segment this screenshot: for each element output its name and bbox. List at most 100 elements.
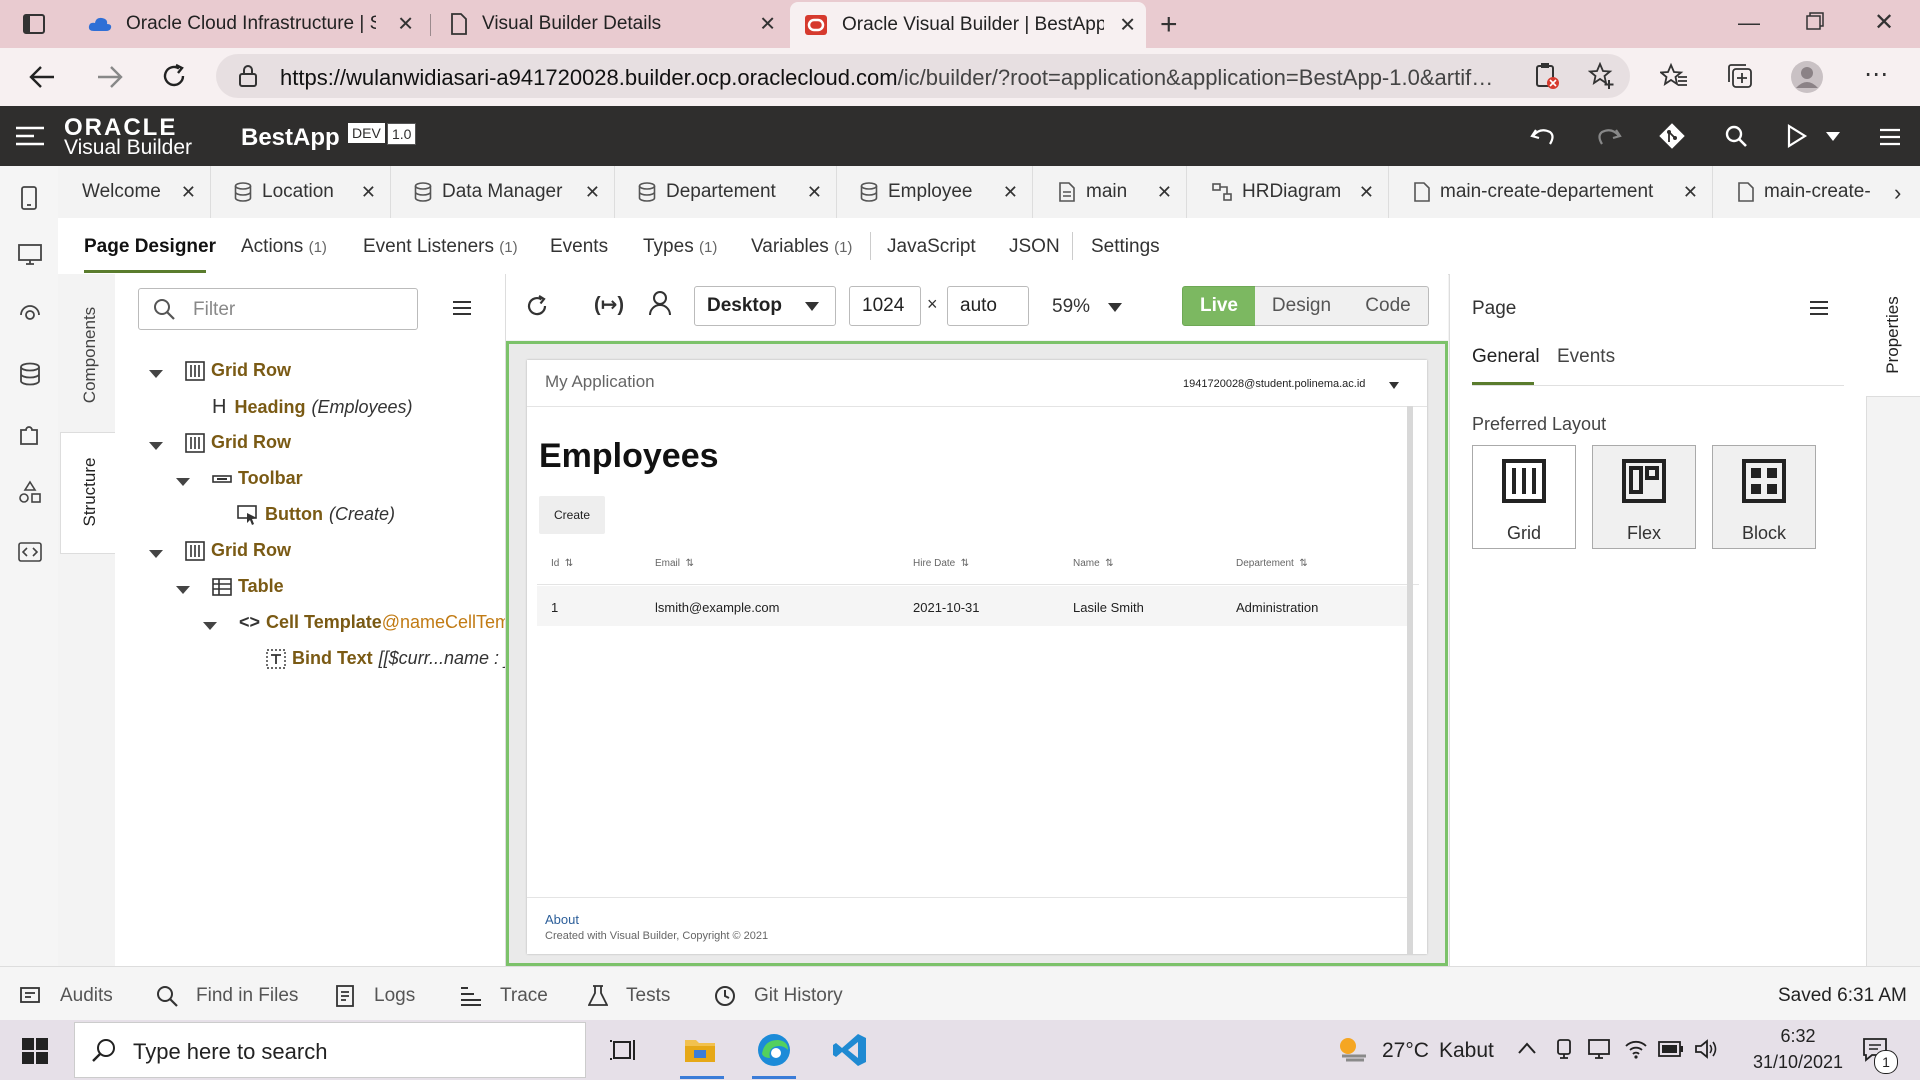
tree-node-grid-row[interactable]: Grid Row (185, 432, 291, 453)
user-role-icon[interactable] (648, 290, 672, 316)
tree-node-button[interactable]: Button (Create) (237, 504, 395, 525)
tree-node-grid-row[interactable]: Grid Row (185, 360, 291, 381)
tree-node-toolbar[interactable]: Toolbar (212, 468, 303, 489)
tree-node-cell-template[interactable]: <> Cell Template @nameCellTemplate (239, 612, 505, 633)
collapse-toggle-icon[interactable] (176, 478, 190, 486)
editor-tab-departement[interactable]: Departement ✕ (614, 166, 837, 218)
trace-button[interactable]: Trace (460, 985, 548, 1007)
editor-tab-employee[interactable]: Employee ✕ (836, 166, 1033, 218)
run-icon[interactable] (1786, 124, 1808, 148)
layout-grid-option[interactable]: Grid (1472, 445, 1576, 549)
close-icon[interactable]: ✕ (1359, 182, 1374, 203)
mobile-apps-icon[interactable] (20, 186, 38, 210)
audits-button[interactable]: Audits (20, 985, 113, 1007)
avatar[interactable] (1790, 60, 1824, 94)
edge-browser-icon[interactable] (756, 1032, 792, 1068)
close-icon[interactable]: ✕ (1683, 182, 1698, 203)
mode-code-button[interactable]: Code (1348, 286, 1429, 326)
refresh-icon[interactable] (525, 294, 549, 318)
table-header-cell[interactable]: Hire Date ⇅ (913, 558, 969, 569)
editor-tab-data-manager[interactable]: Data Manager ✕ (390, 166, 615, 218)
mode-live-button[interactable]: Live (1182, 286, 1256, 326)
meet-now-icon[interactable] (1554, 1038, 1574, 1060)
table-header-cell[interactable]: Id ⇅ (551, 558, 573, 569)
hamburger-menu-icon[interactable] (16, 126, 44, 146)
layout-flex-option[interactable]: Flex (1592, 445, 1696, 549)
preview-scrollbar[interactable] (1407, 406, 1413, 954)
tab-actions-icon[interactable] (22, 12, 46, 36)
find-in-files-button[interactable]: Find in Files (156, 985, 298, 1007)
structure-menu-icon[interactable] (453, 300, 471, 316)
editor-tab-main-create-departement[interactable]: main-create-departement ✕ (1388, 166, 1713, 218)
favorites-icon[interactable] (1660, 62, 1688, 90)
collapse-toggle-icon[interactable] (203, 622, 217, 630)
tab-events[interactable]: Events (550, 236, 608, 258)
git-icon[interactable] (1658, 122, 1686, 150)
close-icon[interactable]: ✕ (361, 182, 376, 203)
zoom-select[interactable]: 59% (1052, 296, 1090, 318)
weather-description[interactable]: Kabut (1439, 1039, 1494, 1063)
close-icon[interactable]: ✕ (759, 12, 776, 37)
favorite-add-icon[interactable] (1588, 62, 1616, 90)
task-view-icon[interactable] (610, 1036, 638, 1064)
minimize-icon[interactable]: — (1738, 10, 1760, 36)
vscode-icon[interactable] (832, 1032, 868, 1068)
tab-settings[interactable]: Settings (1091, 236, 1160, 258)
window-close-icon[interactable]: ✕ (1874, 8, 1894, 37)
create-button[interactable]: Create (539, 496, 605, 534)
tree-node-heading[interactable]: H Heading (Employees) (212, 396, 413, 419)
device-select[interactable]: Desktop (694, 286, 836, 326)
taskbar-search-input[interactable]: Type here to search (74, 1022, 586, 1078)
tab-page-designer[interactable]: Page Designer (84, 236, 216, 258)
source-code-icon[interactable] (18, 542, 42, 562)
lock-icon[interactable] (238, 64, 258, 88)
weather-temperature[interactable]: 27°C (1382, 1039, 1429, 1063)
canvas-width-input[interactable]: 1024 (849, 286, 921, 326)
logs-button[interactable]: Logs (336, 985, 415, 1007)
chevron-right-icon[interactable]: › (1894, 180, 1901, 206)
close-icon[interactable]: ✕ (807, 182, 822, 203)
business-objects-icon[interactable] (19, 362, 41, 386)
clock-time[interactable]: 6:32 (1758, 1026, 1838, 1047)
back-icon[interactable] (28, 64, 56, 90)
close-icon[interactable]: ✕ (585, 182, 600, 203)
table-header-cell[interactable]: Departement ⇅ (1236, 558, 1308, 569)
canvas-height-input[interactable]: auto (947, 286, 1029, 326)
chevron-down-icon[interactable] (1108, 303, 1122, 312)
editor-tab-hrdiagram[interactable]: HRDiagram ✕ (1186, 166, 1389, 218)
design-canvas[interactable]: My Application 1941720028@student.poline… (506, 341, 1448, 966)
collapse-toggle-icon[interactable] (149, 550, 163, 558)
editor-tab-main-create[interactable]: main-create- (1712, 166, 1886, 218)
table-header-cell[interactable]: Name ⇅ (1073, 558, 1114, 569)
file-explorer-icon[interactable] (684, 1034, 716, 1064)
processes-icon[interactable] (18, 480, 42, 504)
close-icon[interactable]: ✕ (397, 12, 414, 37)
tab-javascript[interactable]: JavaScript (887, 236, 976, 258)
collapse-toggle-icon[interactable] (176, 586, 190, 594)
app-preview-user[interactable]: 1941720028@student.polinema.ac.id (1183, 378, 1365, 390)
editor-tab-location[interactable]: Location ✕ (210, 166, 391, 218)
tab-properties[interactable]: Properties (1883, 285, 1903, 385)
collapse-toggle-icon[interactable] (149, 370, 163, 378)
tab-general[interactable]: General (1472, 346, 1540, 368)
new-tab-icon[interactable]: + (1160, 8, 1178, 42)
battery-icon[interactable] (1658, 1041, 1684, 1057)
components-icon[interactable] (19, 422, 41, 446)
tab-json[interactable]: JSON (1009, 236, 1060, 258)
search-icon[interactable] (1724, 124, 1748, 148)
close-icon[interactable]: ✕ (1157, 182, 1172, 203)
editor-tab-welcome[interactable]: Welcome ✕ (58, 166, 211, 218)
tab-variables[interactable]: Variables (1) (751, 236, 852, 258)
redo-icon[interactable] (1596, 124, 1622, 148)
variables-binding-icon[interactable]: (↦) (594, 292, 624, 317)
web-apps-icon[interactable] (18, 244, 42, 266)
browser-tab-vb-app[interactable]: Oracle Visual Builder | BestApp-1.0 ✕ (790, 2, 1146, 48)
tab-event-listeners[interactable]: Event Listeners (1) (363, 236, 518, 258)
tab-events[interactable]: Events (1557, 346, 1615, 368)
collapse-toggle-icon[interactable] (149, 442, 163, 450)
tab-types[interactable]: Types (1) (643, 236, 717, 258)
close-icon[interactable]: ✕ (1003, 182, 1018, 203)
undo-icon[interactable] (1530, 124, 1556, 148)
weather-icon[interactable] (1336, 1034, 1368, 1064)
browser-tab-oci[interactable]: Oracle Cloud Infrastructure | Sign In ✕ (74, 6, 424, 42)
